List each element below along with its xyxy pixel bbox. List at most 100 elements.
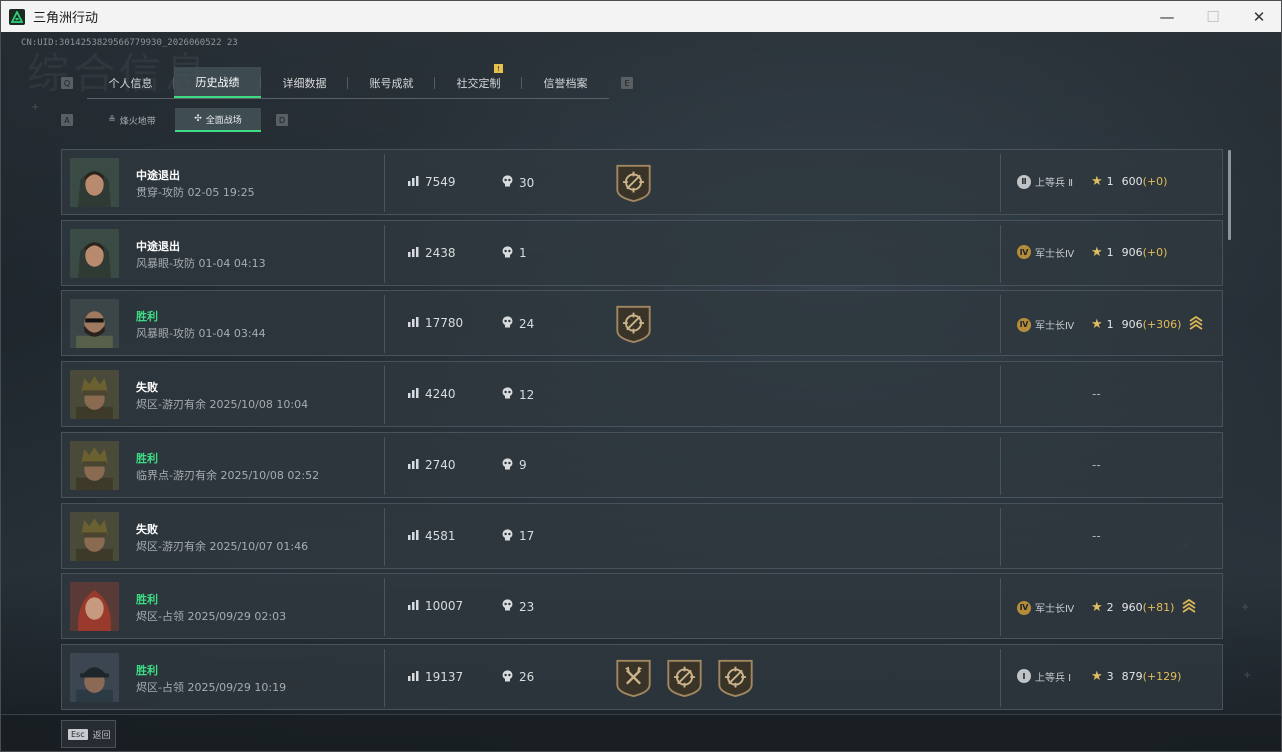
- axes-medal-icon[interactable]: [614, 658, 653, 702]
- subtab-0[interactable]: ≗ 烽火地带: [89, 108, 175, 132]
- score-bars-icon: [408, 387, 425, 401]
- score-bars-icon: [408, 529, 425, 543]
- rank-up-chevrons-icon: [1181, 315, 1203, 334]
- skull-icon: [502, 175, 519, 190]
- score-value: 19137: [425, 669, 464, 684]
- score-stat: 2438: [408, 246, 456, 260]
- title-bar[interactable]: 三角洲行动 — ☐ ✕: [1, 1, 1281, 32]
- rank-info: Ⅱ 上等兵 Ⅱ ★ 1 600 (+0): [1017, 174, 1167, 189]
- uid-text: CN:UID:3014253829566779930_2026060522 23: [21, 38, 238, 48]
- beacon-icon: ≗: [108, 115, 116, 125]
- match-row[interactable]: 失败 烬区-游刃有余 2025/10/07 01:46 4581 17 --: [61, 502, 1223, 569]
- map-mode-time: 烬区-占领 2025/09/29 10:19: [136, 680, 287, 694]
- window-title: 三角洲行动: [33, 11, 99, 26]
- back-button[interactable]: Esc 返回: [61, 720, 116, 748]
- tab-0[interactable]: 个人信息: [87, 67, 174, 98]
- tab-2[interactable]: 详细数据: [261, 67, 348, 98]
- operator-avatar: [70, 511, 119, 561]
- match-result: 中途退出: [136, 169, 180, 182]
- tab-5[interactable]: 信誉档案: [522, 67, 609, 98]
- map-mode-time: 烬区-游刃有余 2025/10/08 10:04: [136, 398, 309, 412]
- close-button[interactable]: ✕: [1236, 1, 1281, 32]
- skull-icon: [502, 458, 519, 473]
- star-icon: ★: [1091, 244, 1103, 260]
- map-mode-time: 风暴眼-攻防 01-04 03:44: [136, 327, 266, 341]
- match-row[interactable]: 中途退出 风暴眼-攻防 01-04 04:13 2438 1 Ⅳ 军士长Ⅳ ★ 1 906 (+0…: [61, 219, 1223, 286]
- tab-3[interactable]: 账号成就: [348, 67, 435, 98]
- row-divider: [1000, 295, 1001, 354]
- score-stat: 2740: [408, 458, 456, 472]
- score-stat: 10007: [408, 599, 463, 613]
- star-icon: ★: [1091, 317, 1103, 333]
- rank-name: 上等兵 Ⅱ: [1035, 178, 1074, 189]
- no-rank-text: --: [1092, 387, 1101, 402]
- operator-avatar: [70, 158, 119, 207]
- tab-1[interactable]: 历史战绩: [174, 67, 261, 98]
- target-medal-icon[interactable]: [665, 658, 704, 702]
- no-rank-text: --: [1092, 528, 1101, 543]
- match-row[interactable]: 胜利烬区-占领 2025/09/29 10:19 19137 26 Ⅰ 上等兵 Ⅰ ★ 3 8…: [61, 643, 1223, 710]
- target-medal-icon[interactable]: [614, 163, 653, 207]
- notification-badge: !: [494, 64, 503, 73]
- match-result: 失败: [136, 381, 158, 395]
- score-bars-icon: [408, 246, 425, 260]
- rank-delta: (+306): [1142, 318, 1182, 332]
- match-row[interactable]: 胜利 烬区-占领 2025/09/29 02:03 10007 23 Ⅳ 军士长Ⅳ ★ 2 96…: [61, 573, 1223, 640]
- rank-points: 960: [1121, 601, 1143, 615]
- kills-value: 12: [519, 387, 535, 402]
- rank-points: 879: [1121, 669, 1143, 683]
- crosshair-decor: +: [1241, 602, 1250, 613]
- kills-stat: 12: [502, 387, 534, 402]
- match-row[interactable]: 失败 烬区-游刃有余 2025/10/08 10:04 4240 12 --: [61, 361, 1223, 428]
- scrollbar-thumb[interactable]: [1228, 150, 1231, 240]
- tab-label: 账号成就: [369, 76, 414, 90]
- kills-stat: 24: [502, 316, 534, 331]
- skull-icon: [502, 670, 519, 685]
- score-value: 17780: [425, 316, 464, 331]
- kills-value: 24: [519, 316, 535, 331]
- match-result: 胜利: [136, 451, 158, 465]
- maximize-button[interactable]: ☐: [1190, 1, 1236, 32]
- score-bars-icon: [408, 175, 425, 189]
- match-result: 胜利: [136, 663, 158, 677]
- sub-tabs: ≗ 烽火地带 ✣ 全面战场: [89, 108, 261, 132]
- row-divider: [384, 436, 385, 495]
- kills-stat: 30: [502, 175, 534, 190]
- rank-emblem-icon: Ⅱ: [1017, 174, 1031, 189]
- skull-icon: [502, 599, 519, 614]
- tab-label: 社交定制: [456, 76, 501, 90]
- score-value: 2438: [425, 245, 456, 260]
- tab-4[interactable]: 社交定制!: [435, 64, 522, 98]
- match-row[interactable]: 胜利 风暴眼-攻防 01-04 03:44 17780 24 Ⅳ 军士长Ⅳ ★ 1 906 (+3…: [61, 290, 1223, 357]
- rank-info: Ⅳ 军士长Ⅳ ★ 1 906 (+0): [1017, 245, 1167, 260]
- target-medal-icon[interactable]: [614, 304, 653, 348]
- rank-level: 2: [1106, 601, 1114, 615]
- match-row[interactable]: 胜利 临界点-游刃有余 2025/10/08 02:52 2740 9 --: [61, 431, 1223, 498]
- operator-avatar: [70, 582, 119, 632]
- subtab-1[interactable]: ✣ 全面战场: [175, 108, 261, 132]
- rank-delta: (+0): [1142, 175, 1168, 188]
- kills-value: 30: [519, 175, 535, 190]
- map-mode-time: 贯穿-攻防 02-05 19:25: [136, 186, 255, 199]
- kills-value: 9: [519, 458, 527, 473]
- score-stat: 17780: [408, 316, 463, 330]
- app-logo-icon: [9, 8, 25, 25]
- target-medal-icon[interactable]: [716, 658, 755, 702]
- row-divider: [384, 366, 385, 425]
- score-stat: 4581: [408, 529, 456, 543]
- rank-info: Ⅳ 军士长Ⅳ ★ 1 906 (+306): [1017, 315, 1203, 334]
- match-history-list[interactable]: 中途退出 贯穿-攻防 02-05 19:25 7549 30 Ⅱ 上等兵 Ⅱ ★ 1 600 (+…: [61, 149, 1224, 715]
- score-value: 10007: [425, 599, 464, 614]
- app-window: 三角洲行动 — ☐ ✕ 综合信息 CN:UID:3014253829566779…: [0, 0, 1282, 752]
- rank-emblem-icon: Ⅰ: [1017, 669, 1031, 684]
- match-row[interactable]: 中途退出 贯穿-攻防 02-05 19:25 7549 30 Ⅱ 上等兵 Ⅱ ★ 1 600 (+…: [61, 149, 1223, 215]
- rank-info: Ⅰ 上等兵 Ⅰ ★ 3 879 (+129): [1017, 669, 1181, 684]
- rank-delta: (+0): [1142, 245, 1168, 259]
- rank-name: 军士长Ⅳ: [1035, 321, 1075, 333]
- minimize-button[interactable]: —: [1144, 1, 1190, 32]
- key-hint-a: A: [61, 114, 73, 126]
- rank-level: 1: [1106, 245, 1114, 259]
- map-mode-time: 临界点-游刃有余 2025/10/08 02:52: [136, 468, 320, 482]
- kills-value: 26: [519, 670, 535, 685]
- row-divider: [1000, 436, 1001, 495]
